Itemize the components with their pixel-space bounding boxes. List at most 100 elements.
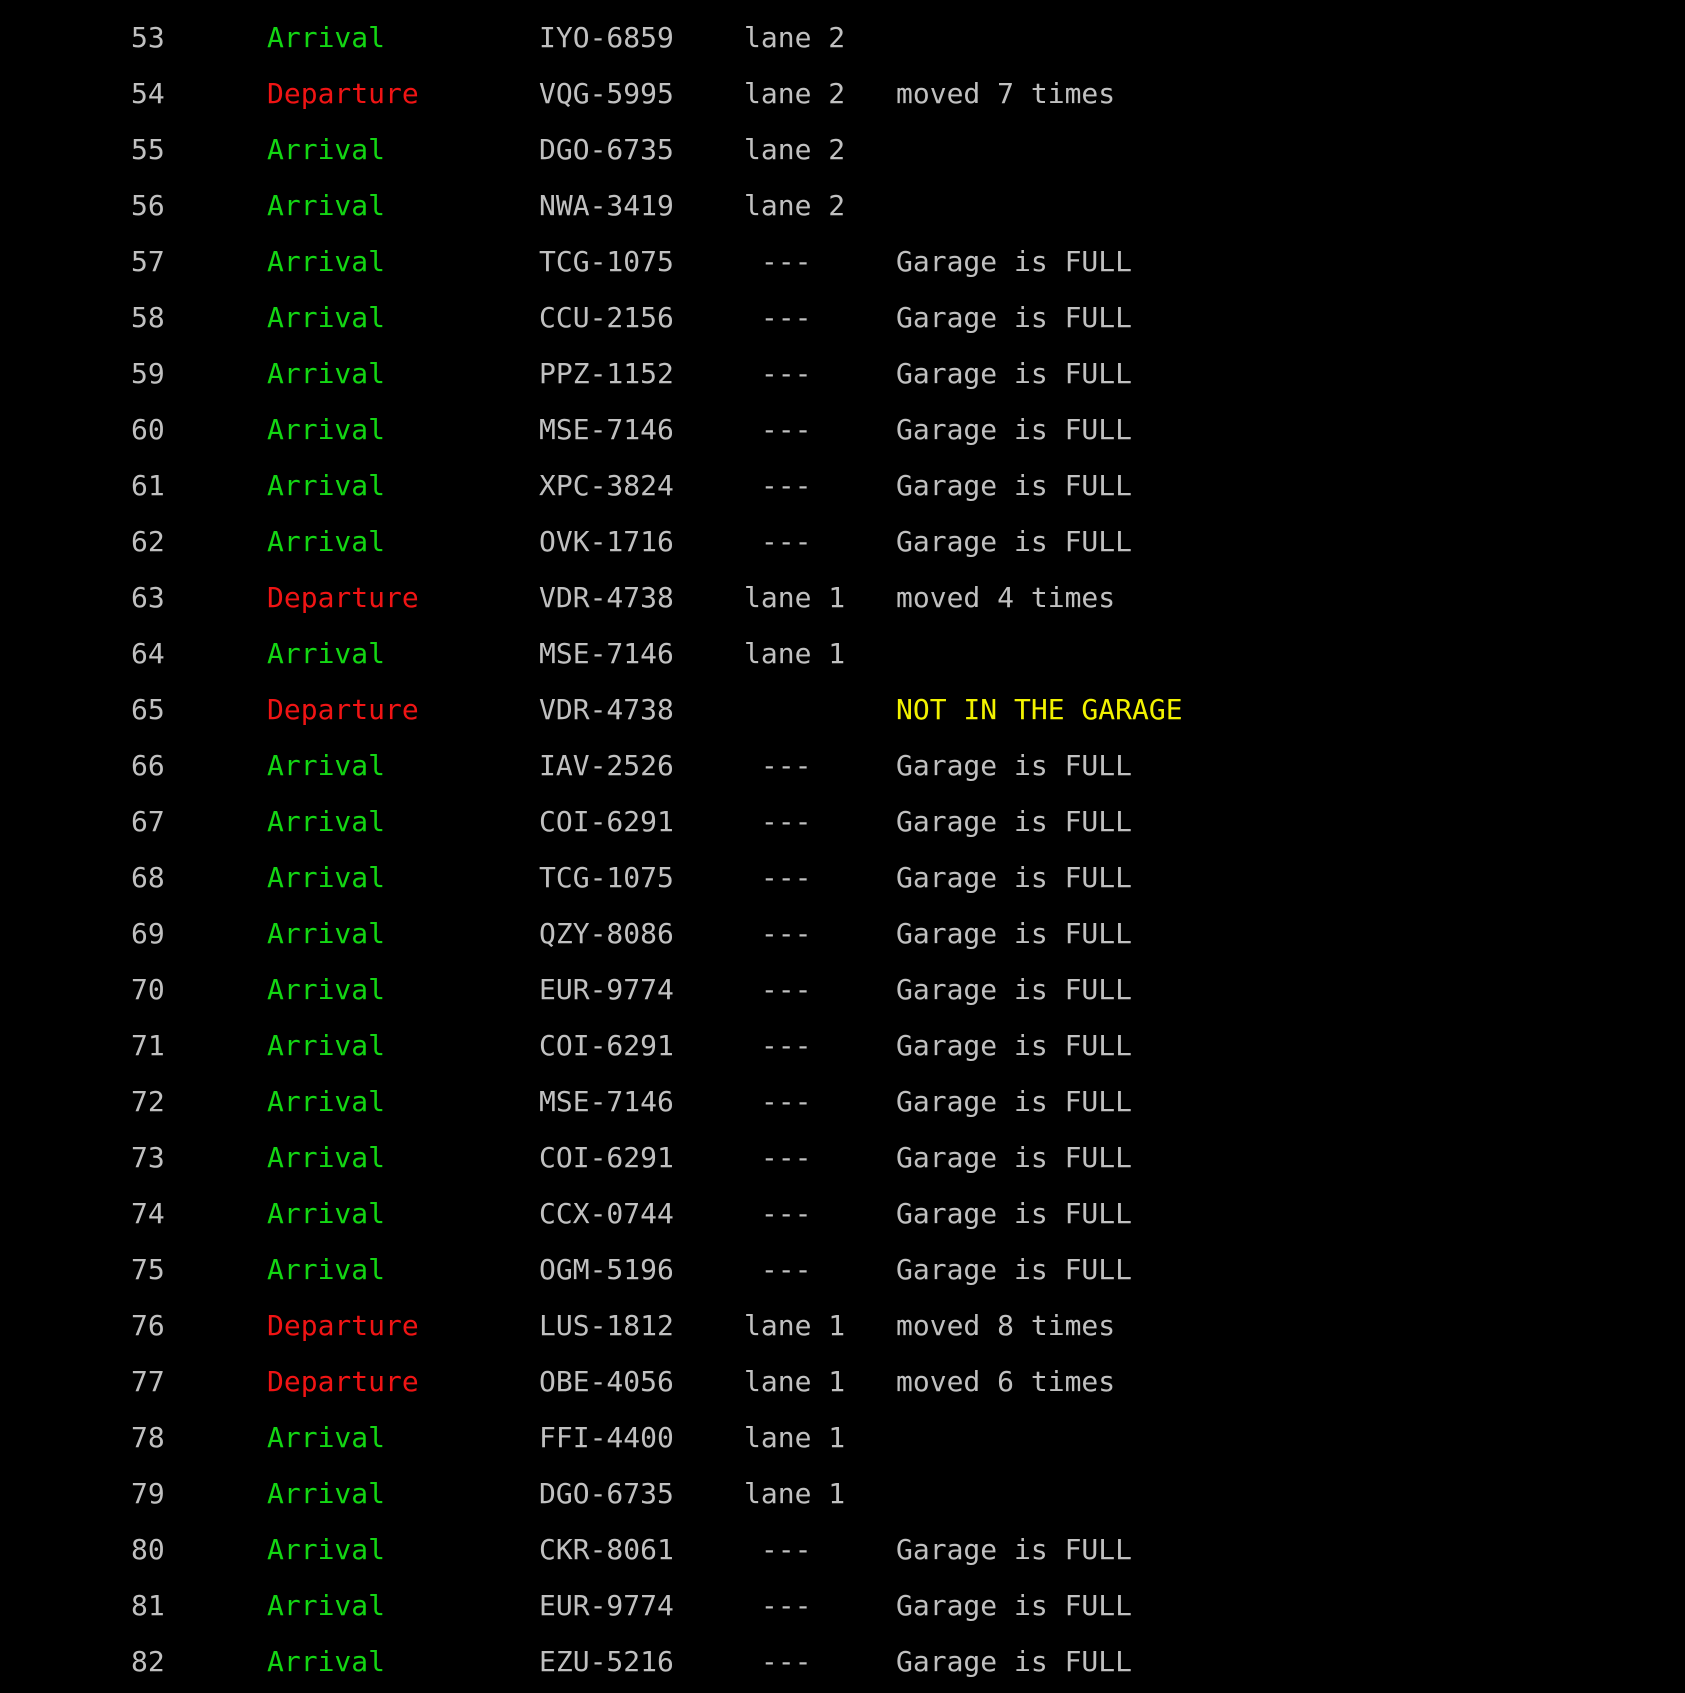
log-row: 64 Arrival MSE-7146 lane 1 [0, 626, 1685, 682]
status-note: moved 8 times [896, 1309, 1116, 1342]
license-plate: QZY-8086 [539, 917, 674, 950]
license-plate: NWA-3419 [539, 189, 674, 222]
log-row: 77 Departure OBE-4056 lane 1 moved 6 times [0, 1354, 1685, 1410]
license-plate: DGO-6735 [539, 133, 674, 166]
lane-info: --- [744, 861, 812, 894]
line-number: 68 [131, 861, 165, 894]
license-plate: FFI-4400 [539, 1421, 674, 1454]
event-type: Departure [267, 77, 419, 110]
line-number: 82 [131, 1645, 165, 1678]
license-plate: VQG-5995 [539, 77, 674, 110]
status-note: Garage is FULL [896, 749, 1133, 782]
log-row: 74 Arrival CCX-0744 --- Garage is FULL [0, 1186, 1685, 1242]
license-plate: EUR-9774 [539, 973, 674, 1006]
license-plate: TCG-1075 [539, 245, 674, 278]
license-plate: CCX-0744 [539, 1197, 674, 1230]
lane-info: --- [744, 1085, 812, 1118]
line-number: 56 [131, 189, 165, 222]
license-plate: XPC-3824 [539, 469, 674, 502]
lane-info: --- [744, 245, 812, 278]
event-type: Arrival [267, 469, 386, 502]
log-row: 62 Arrival OVK-1716 --- Garage is FULL [0, 514, 1685, 570]
lane-info: --- [744, 749, 812, 782]
log-row: 75 Arrival OGM-5196 --- Garage is FULL [0, 1242, 1685, 1298]
license-plate: CKR-8061 [539, 1533, 674, 1566]
event-type: Arrival [267, 21, 386, 54]
lane-info: lane 1 [744, 581, 846, 614]
line-number: 75 [131, 1253, 165, 1286]
event-type: Arrival [267, 637, 386, 670]
event-type: Arrival [267, 413, 386, 446]
line-number: 66 [131, 749, 165, 782]
lane-info: lane 1 [744, 1477, 846, 1510]
license-plate: OGM-5196 [539, 1253, 674, 1286]
log-row: 61 Arrival XPC-3824 --- Garage is FULL [0, 458, 1685, 514]
line-number: 59 [131, 357, 165, 390]
license-plate: VDR-4738 [539, 693, 674, 726]
lane-info: lane 1 [744, 637, 846, 670]
status-note: Garage is FULL [896, 413, 1133, 446]
status-note: moved 6 times [896, 1365, 1116, 1398]
lane-info: lane 2 [744, 189, 846, 222]
license-plate: IAV-2526 [539, 749, 674, 782]
lane-info: --- [744, 525, 812, 558]
event-type: Arrival [267, 189, 386, 222]
event-type: Arrival [267, 1085, 386, 1118]
line-number: 80 [131, 1533, 165, 1566]
log-row: 73 Arrival COI-6291 --- Garage is FULL [0, 1130, 1685, 1186]
lane-info: --- [744, 1645, 812, 1678]
event-type: Arrival [267, 1645, 386, 1678]
license-plate: COI-6291 [539, 1141, 674, 1174]
event-type: Departure [267, 1309, 419, 1342]
line-number: 73 [131, 1141, 165, 1174]
status-note: Garage is FULL [896, 805, 1133, 838]
log-row: 60 Arrival MSE-7146 --- Garage is FULL [0, 402, 1685, 458]
log-row: 71 Arrival COI-6291 --- Garage is FULL [0, 1018, 1685, 1074]
lane-info: --- [744, 1533, 812, 1566]
log-row: 78 Arrival FFI-4400 lane 1 [0, 1410, 1685, 1466]
lane-info: --- [744, 1253, 812, 1286]
event-type: Arrival [267, 1589, 386, 1622]
line-number: 58 [131, 301, 165, 334]
line-number: 69 [131, 917, 165, 950]
lane-info: --- [744, 805, 812, 838]
status-note: Garage is FULL [896, 469, 1133, 502]
event-type: Arrival [267, 245, 386, 278]
lane-info: --- [744, 1589, 812, 1622]
license-plate: CCU-2156 [539, 301, 674, 334]
license-plate: MSE-7146 [539, 637, 674, 670]
lane-info: lane 2 [744, 133, 846, 166]
event-type: Arrival [267, 301, 386, 334]
status-note: moved 7 times [896, 77, 1116, 110]
log-row: 55 Arrival DGO-6735 lane 2 [0, 122, 1685, 178]
log-row: 63 Departure VDR-4738 lane 1 moved 4 times [0, 570, 1685, 626]
lane-info: --- [744, 1197, 812, 1230]
log-row: 54 Departure VQG-5995 lane 2 moved 7 times [0, 66, 1685, 122]
status-note: Garage is FULL [896, 1253, 1133, 1286]
event-type: Arrival [267, 861, 386, 894]
line-number: 78 [131, 1421, 165, 1454]
event-type: Arrival [267, 525, 386, 558]
event-type: Arrival [267, 1029, 386, 1062]
license-plate: DGO-6735 [539, 1477, 674, 1510]
event-type: Arrival [267, 749, 386, 782]
license-plate: LUS-1812 [539, 1309, 674, 1342]
line-number: 60 [131, 413, 165, 446]
line-number: 64 [131, 637, 165, 670]
license-plate: COI-6291 [539, 1029, 674, 1062]
line-number: 53 [131, 21, 165, 54]
line-number: 62 [131, 525, 165, 558]
lane-info: --- [744, 1141, 812, 1174]
log-row: 66 Arrival IAV-2526 --- Garage is FULL [0, 738, 1685, 794]
line-number: 77 [131, 1365, 165, 1398]
log-row: 59 Arrival PPZ-1152 --- Garage is FULL [0, 346, 1685, 402]
status-note: Garage is FULL [896, 1029, 1133, 1062]
license-plate: OVK-1716 [539, 525, 674, 558]
log-row: 81 Arrival EUR-9774 --- Garage is FULL [0, 1578, 1685, 1634]
lane-info: lane 2 [744, 21, 846, 54]
lane-info: --- [744, 301, 812, 334]
log-row: 57 Arrival TCG-1075 --- Garage is FULL [0, 234, 1685, 290]
log-row: 56 Arrival NWA-3419 lane 2 [0, 178, 1685, 234]
lane-info: --- [744, 973, 812, 1006]
line-number: 54 [131, 77, 165, 110]
